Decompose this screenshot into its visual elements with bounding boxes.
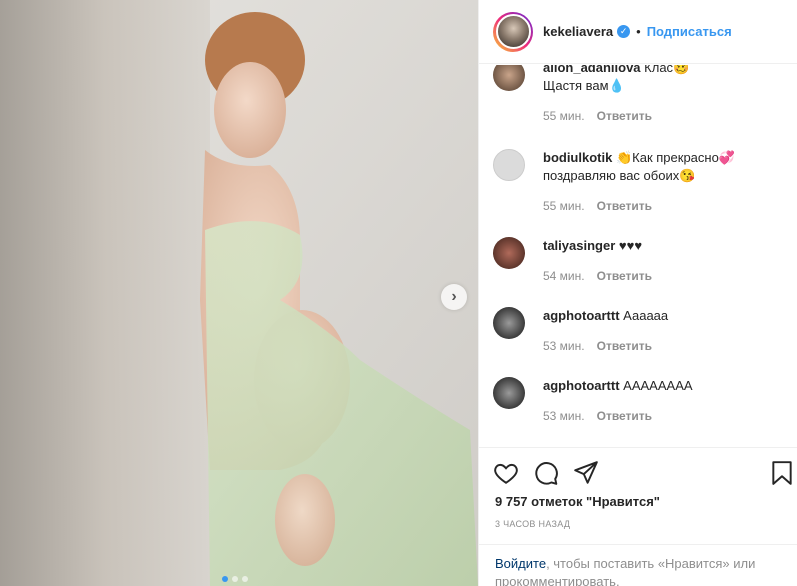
reply-button[interactable]: Ответить [597, 109, 652, 123]
comment-text: 👏Как прекрасно💞 [615, 150, 735, 165]
comment-text: Клас🥴 [644, 65, 690, 75]
next-slide-button[interactable]: › [441, 284, 467, 310]
post-time[interactable]: 3 ЧАСОВ НАЗАД [495, 519, 570, 529]
bookmark-icon[interactable] [769, 460, 795, 486]
comment-item: taliyasinger ♥♥♥ 54 мин. Ответить [493, 237, 793, 285]
comment-time: 54 мин. [543, 269, 585, 283]
comment-icon[interactable] [533, 460, 559, 486]
follow-button[interactable]: Подписаться [647, 24, 732, 39]
heart-icon[interactable] [493, 460, 519, 486]
comment-username[interactable]: agphotoarttt [543, 308, 620, 323]
reply-button[interactable]: Ответить [597, 339, 652, 353]
comment-username[interactable]: bodiulkotik [543, 150, 612, 165]
carousel-dot [222, 576, 228, 582]
post-actions: 9 757 отметок "Нравится" 3 ЧАСОВ НАЗАД В… [479, 447, 797, 586]
reply-button[interactable]: Ответить [597, 269, 652, 283]
comments-list[interactable]: alion_adanilova Клас🥴 Щастя вам💧 55 мин.… [479, 65, 797, 447]
post-side-panel: kekeliavera ✓ • Подписаться alion_adanil… [478, 0, 797, 586]
commenter-avatar[interactable] [493, 307, 525, 339]
comment-text: Аааааа [623, 308, 669, 323]
commenter-avatar[interactable] [493, 65, 525, 91]
comment-item: agphotoarttt Аааааа 53 мин. Ответить [493, 307, 793, 355]
login-prompt: Войдите, чтобы поставить «Нравится» или … [479, 544, 797, 586]
reply-button[interactable]: Ответить [597, 199, 652, 213]
comment-text: ♥♥♥ [618, 238, 643, 253]
carousel-dots [222, 576, 248, 582]
post-header: kekeliavera ✓ • Подписаться [479, 0, 797, 64]
comment-username[interactable]: taliyasinger [543, 238, 615, 253]
comment-item: agphotoarttt АААААААА 53 мин. Ответить [493, 377, 793, 425]
likes-count[interactable]: 9 757 отметок "Нравится" [495, 494, 660, 509]
comment-time: 53 мин. [543, 339, 585, 353]
comment-time: 55 мин. [543, 199, 585, 213]
login-link[interactable]: Войдите [495, 556, 546, 571]
post-photo[interactable]: › [0, 0, 478, 586]
comment-item: bodiulkotik 👏Как прекрасно💞 поздравляю в… [493, 149, 793, 215]
photo-image [0, 0, 478, 586]
post-dialog: › kekeliavera ✓ • Подписаться alion_adan… [0, 0, 797, 586]
carousel-dot [232, 576, 238, 582]
comment-time: 55 мин. [543, 109, 585, 123]
commenter-avatar[interactable] [493, 149, 525, 181]
author-username[interactable]: kekeliavera [543, 24, 613, 39]
comment-username[interactable]: alion_adanilova [543, 65, 641, 75]
header-separator: • [636, 24, 641, 39]
comment-item: alion_adanilova Клас🥴 Щастя вам💧 55 мин.… [493, 65, 793, 125]
commenter-avatar[interactable] [493, 237, 525, 269]
comment-text-line2: Щастя вам💧 [543, 78, 625, 93]
author-avatar[interactable] [493, 11, 533, 52]
carousel-dot [242, 576, 248, 582]
comment-username[interactable]: agphotoarttt [543, 378, 620, 393]
comment-text: АААААААА [623, 378, 693, 393]
action-icons [493, 460, 793, 486]
reply-button[interactable]: Ответить [597, 409, 652, 423]
commenter-avatar[interactable] [493, 377, 525, 409]
share-icon[interactable] [573, 460, 599, 486]
verified-icon: ✓ [617, 25, 631, 38]
comment-time: 53 мин. [543, 409, 585, 423]
comment-text-line2: поздравляю вас обоих😘 [543, 168, 696, 183]
